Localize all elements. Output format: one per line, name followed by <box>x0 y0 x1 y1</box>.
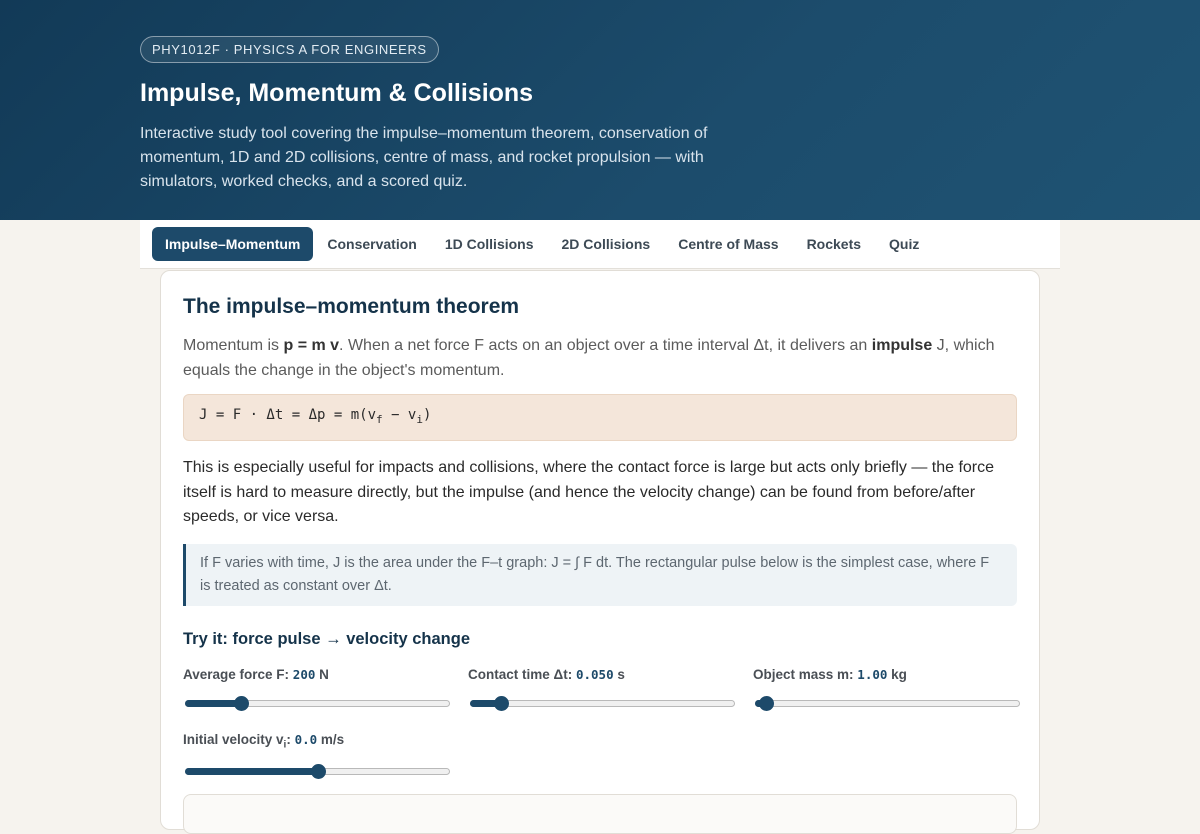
slider-track[interactable] <box>470 699 735 707</box>
slider-thumb[interactable] <box>310 764 326 780</box>
mass-value: 1.00 <box>857 666 888 682</box>
formula-sub-i: i <box>416 412 423 426</box>
tab-1d-collisions[interactable]: 1D Collisions <box>431 227 548 261</box>
slider-fill <box>185 768 318 776</box>
section-title: The impulse–momentum theorem <box>183 295 520 318</box>
intro-text-1: Momentum is <box>183 337 284 354</box>
simulator-title: Try it: force pulse → velocity change <box>183 629 471 648</box>
page-title: Impulse, Momentum & Collisions <box>140 79 534 107</box>
initial-velocity-label-colon: : <box>286 731 295 747</box>
initial-velocity-unit: m/s <box>317 731 345 747</box>
initial-velocity-label-text: Initial velocity v <box>183 731 284 747</box>
initial-velocity-control: Initial velocity vi: 0.0 m/s <box>183 732 450 780</box>
intro-text-2: . When a net force F acts on an object o… <box>339 337 872 354</box>
simulator-output-panel <box>183 794 1017 834</box>
formula-minus: − v <box>382 407 417 423</box>
impulse-term: impulse <box>871 337 933 354</box>
tab-impulse-momentum[interactable]: Impulse–Momentum <box>152 227 314 261</box>
topic-tabs: Impulse–Momentum Conservation 1D Collisi… <box>140 220 1060 269</box>
tab-quiz[interactable]: Quiz <box>875 227 933 261</box>
tab-conservation[interactable]: Conservation <box>313 227 430 261</box>
explanation-paragraph: This is especially useful for impacts an… <box>183 459 995 525</box>
force-control: Average force F: 200 N <box>183 667 450 711</box>
momentum-equation: p = m v <box>283 337 340 354</box>
intro-paragraph: Momentum is p = m v. When a net force F … <box>183 333 1017 383</box>
simulator-controls: Average force F: 200 N Contact time Δt: … <box>183 667 1020 780</box>
mass-control: Object mass m: 1.00 kg <box>753 667 1020 711</box>
mass-unit: kg <box>887 666 907 682</box>
slider-fill <box>185 699 242 707</box>
tab-rockets[interactable]: Rockets <box>793 227 875 261</box>
force-label-text: Average force F: <box>183 666 293 682</box>
tab-2d-collisions[interactable]: 2D Collisions <box>548 227 665 261</box>
slider-thumb[interactable] <box>494 695 510 711</box>
initial-velocity-label: Initial velocity vi: 0.0 m/s <box>183 732 450 751</box>
slider-thumb[interactable] <box>234 695 250 711</box>
note-callout: If F varies with time, J is the area und… <box>183 543 1017 606</box>
contact-time-slider[interactable] <box>470 695 735 711</box>
formula-close: ) <box>422 407 432 423</box>
force-unit: N <box>315 666 329 682</box>
formula-main: J = F · Δt = Δp = m(v <box>199 407 377 423</box>
formula-box: J = F · Δt = Δp = m(vf − vi) <box>183 394 1017 441</box>
page-header: PHY1012F · PHYSICS A FOR ENGINEERS Impul… <box>0 0 1200 220</box>
contact-time-label-text: Contact time Δt: <box>468 666 576 682</box>
contact-time-value: 0.050 <box>575 666 614 682</box>
initial-velocity-slider[interactable] <box>185 764 450 780</box>
mass-label: Object mass m: 1.00 kg <box>753 667 1020 682</box>
contact-time-unit: s <box>613 666 625 682</box>
tab-centre-of-mass[interactable]: Centre of Mass <box>664 227 792 261</box>
course-badge: PHY1012F · PHYSICS A FOR ENGINEERS <box>140 36 439 63</box>
slider-thumb[interactable] <box>758 695 774 711</box>
formula-sub-f: f <box>376 412 383 426</box>
force-value: 200 <box>292 666 316 682</box>
contact-time-control: Contact time Δt: 0.050 s <box>468 667 735 711</box>
mass-slider[interactable] <box>755 695 1020 711</box>
mass-label-text: Object mass m: <box>753 666 858 682</box>
force-slider[interactable] <box>185 695 450 711</box>
initial-velocity-value: 0.0 <box>294 731 318 747</box>
force-label: Average force F: 200 N <box>183 667 450 682</box>
content-card: The impulse–momentum theorem Momentum is… <box>160 270 1040 834</box>
page-subtitle: Interactive study tool covering the impu… <box>140 125 708 190</box>
contact-time-label: Contact time Δt: 0.050 s <box>468 667 735 682</box>
slider-track[interactable] <box>755 699 1020 707</box>
